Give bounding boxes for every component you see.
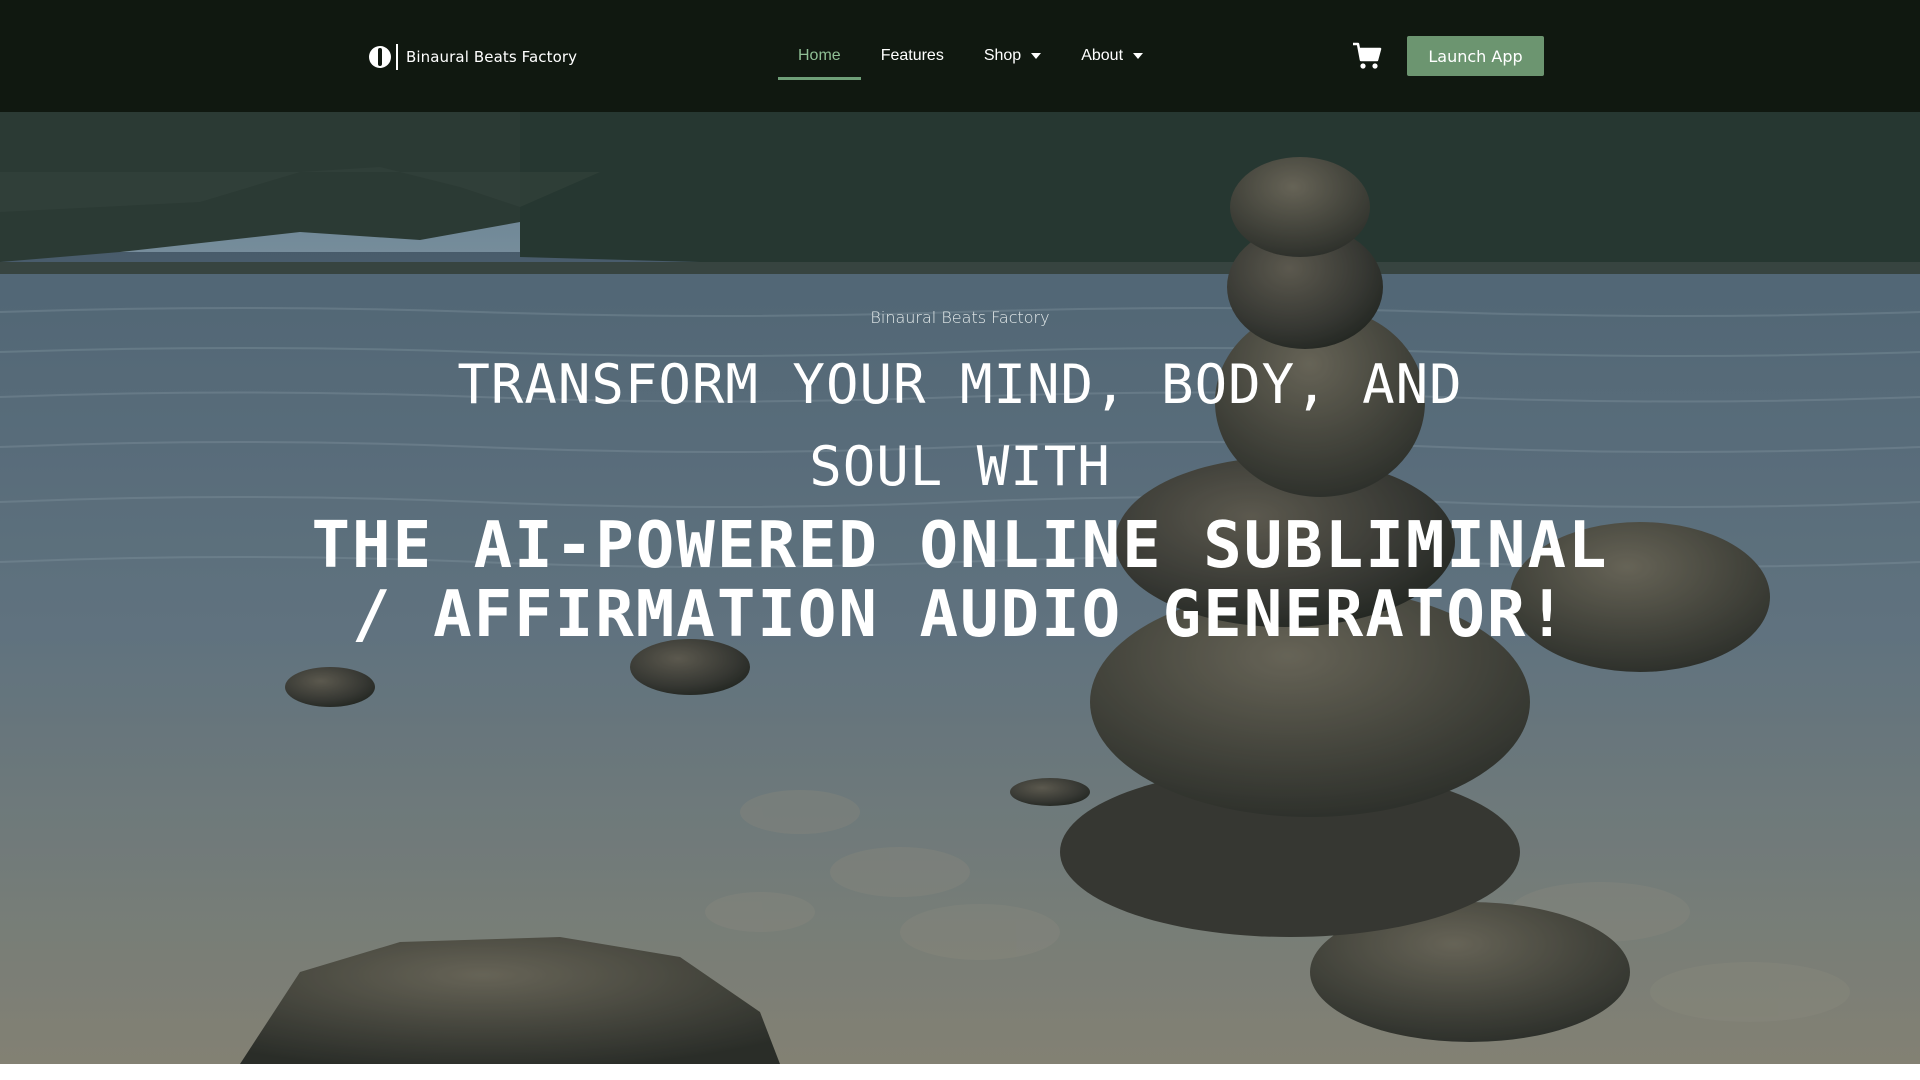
logo-divider [396,44,398,70]
nav-home-label: Home [798,47,841,64]
circle-split-logo-icon [369,46,391,68]
page-bottom-strip [0,1064,1920,1080]
shopping-cart-icon[interactable] [1352,41,1382,71]
chevron-down-icon [1133,53,1144,59]
hero-eyebrow: Binaural Beats Factory [870,308,1050,327]
launch-app-button[interactable]: Launch App [1407,36,1544,76]
brand-logo[interactable]: Binaural Beats Factory [369,44,577,70]
hero-headline: TRANSFORM YOUR MIND, BODY, AND SOUL WITH [457,353,1463,498]
nav-shop[interactable]: Shop [964,30,1061,80]
nav-features-label: Features [880,47,944,64]
brand-name: Binaural Beats Factory [406,48,578,66]
hero-section: Binaural Beats Factory TRANSFORM YOUR MI… [0,112,1920,1064]
nav-shop-label: Shop [983,47,1022,64]
chevron-down-icon [1031,53,1042,59]
nav-features[interactable]: Features [861,30,964,80]
main-nav: Home Features Shop About [778,30,1163,80]
hero-subheadline: THE AI-POWERED ONLINE SUBLIMINAL / AFFIR… [311,509,1609,652]
nav-about-label: About [1081,47,1124,64]
nav-about[interactable]: About [1061,30,1163,80]
nav-home[interactable]: Home [778,30,861,80]
site-header: Binaural Beats Factory Home Features Sho… [0,0,1920,112]
